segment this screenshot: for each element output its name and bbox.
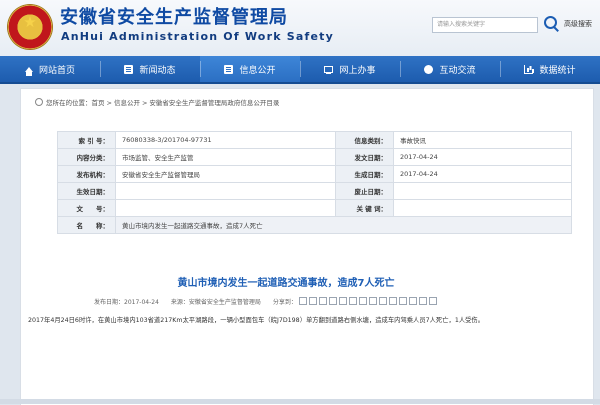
- breadcrumb-prefix: 您所在的位置：: [46, 99, 92, 107]
- meta-source-label: 来源：: [170, 299, 189, 306]
- site-title-english: AnHui Administration Of Work Safety: [61, 30, 334, 43]
- field-label: 信息类别：: [335, 131, 394, 149]
- nav-item-home[interactable]: 网站首页: [0, 56, 100, 82]
- share-icon[interactable]: [388, 297, 397, 305]
- content-panel: 您所在的位置：首页 > 信息公开 > 安徽省安全生产监督管理局政府信息公开目录 索 引 …: [20, 88, 594, 405]
- field-value: 2017-04-24: [393, 165, 572, 183]
- table-row: 发布机构： 安徽省安全生产监督管理局 生成日期： 2017-04-24: [57, 165, 572, 183]
- share-icon[interactable]: [328, 297, 337, 305]
- share-icon[interactable]: [408, 297, 417, 305]
- share-icon[interactable]: [418, 297, 427, 305]
- document-icon: [224, 64, 234, 74]
- nav-item-statistics[interactable]: 数据统计: [500, 56, 600, 82]
- nav-item-interaction[interactable]: 互动交流: [400, 56, 500, 82]
- monitor-icon: [324, 65, 334, 74]
- page-bottom-edge: [0, 399, 600, 404]
- field-value: 黄山市境内发生一起道路交通事故，造成7人死亡: [115, 216, 572, 234]
- document-info-table: 索 引 号： 76080338-3/201704-97731 信息类别： 事故快…: [57, 131, 572, 234]
- meta-share-label: 分享到：: [272, 299, 297, 306]
- field-value: [393, 199, 572, 217]
- meta-date: 2017-04-24: [124, 299, 159, 306]
- share-icon[interactable]: [338, 297, 347, 305]
- field-label: 关 键 词：: [335, 199, 394, 217]
- field-label: 名 称：: [57, 216, 116, 234]
- breadcrumb: 您所在的位置：首页 > 信息公开 > 安徽省安全生产监督管理局政府信息公开目录: [35, 97, 279, 107]
- chat-icon: [424, 64, 434, 74]
- nav-item-label: 新闻动态: [139, 65, 176, 76]
- share-icons[interactable]: [298, 297, 439, 307]
- article-meta: 发布日期：2017-04-24 来源：安徽省安全生产监督管理局 分享到：: [94, 297, 439, 307]
- share-icon[interactable]: [308, 297, 317, 305]
- field-value: 事故快讯: [393, 131, 572, 149]
- chart-icon: [524, 64, 534, 74]
- field-value: 安徽省安全生产监督管理局: [115, 165, 336, 183]
- article-body: 2017年4月24日6时许，在黄山市境内103省道217Km太平湖路段，一辆小型…: [28, 317, 485, 324]
- field-value: 市场监管、安全生产监管: [115, 148, 336, 166]
- field-value: 76080338-3/201704-97731: [115, 131, 336, 149]
- nav-item-label: 信息公开: [239, 65, 276, 76]
- search-icon[interactable]: [542, 14, 560, 34]
- article-title: 黄山市境内发生一起道路交通事故，造成7人死亡: [177, 278, 395, 289]
- share-icon[interactable]: [378, 297, 387, 305]
- field-label: 废止日期：: [335, 182, 394, 200]
- share-icon[interactable]: [318, 297, 327, 305]
- field-label: 发文日期：: [335, 148, 394, 166]
- breadcrumb-item-catalog[interactable]: 安徽省安全生产监督管理局政府信息公开目录: [149, 99, 279, 107]
- share-icon[interactable]: [398, 297, 407, 305]
- document-icon: [124, 64, 134, 74]
- field-value: 2017-04-24: [393, 148, 572, 166]
- search-input[interactable]: 请输入搜索关键字: [432, 17, 538, 33]
- nav-item-news[interactable]: 新闻动态: [100, 56, 200, 82]
- share-icon[interactable]: [298, 297, 307, 305]
- site-header: ★ 安徽省安全生产监督管理局 AnHui Administration Of W…: [0, 0, 600, 56]
- table-row-name: 名 称： 黄山市境内发生一起道路交通事故，造成7人死亡: [57, 216, 572, 234]
- nav-item-label: 数据统计: [539, 65, 576, 76]
- field-label: 索 引 号：: [57, 131, 116, 149]
- meta-date-label: 发布日期：: [94, 299, 125, 306]
- field-label: 文 号：: [57, 199, 116, 217]
- table-row: 内容分类： 市场监管、安全生产监管 发文日期： 2017-04-24: [57, 148, 572, 166]
- share-icon[interactable]: [428, 297, 437, 305]
- share-icon[interactable]: [358, 297, 367, 305]
- main-nav: 网站首页 新闻动态 信息公开 网上办事 互动交流 数据统计: [0, 56, 600, 84]
- field-label: 生成日期：: [335, 165, 394, 183]
- field-label: 内容分类：: [57, 148, 116, 166]
- meta-source: 安徽省安全生产监督管理局: [188, 299, 261, 306]
- advanced-search-link[interactable]: 高级搜索: [564, 19, 592, 29]
- share-icon[interactable]: [348, 297, 357, 305]
- location-pin-icon: [35, 98, 43, 106]
- table-row: 文 号： 关 键 词：: [57, 199, 572, 217]
- field-value: [115, 199, 336, 217]
- nav-item-label: 网站首页: [38, 65, 75, 76]
- national-emblem-logo: ★: [8, 5, 52, 49]
- share-icon[interactable]: [368, 297, 377, 305]
- home-icon: [24, 66, 33, 76]
- field-value: [115, 182, 336, 200]
- site-title: 安徽省安全生产监督管理局: [60, 7, 288, 28]
- table-row: 索 引 号： 76080338-3/201704-97731 信息类别： 事故快…: [57, 131, 572, 149]
- breadcrumb-item-home[interactable]: 首页: [92, 99, 105, 107]
- nav-item-online-services[interactable]: 网上办事: [300, 56, 400, 82]
- nav-item-label: 网上办事: [339, 65, 376, 76]
- breadcrumb-item-info[interactable]: 信息公开: [114, 99, 140, 107]
- nav-item-label: 互动交流: [439, 65, 476, 76]
- field-label: 生效日期：: [57, 182, 116, 200]
- field-label: 发布机构：: [57, 165, 116, 183]
- field-value: [393, 182, 572, 200]
- nav-item-info-disclosure[interactable]: 信息公开: [200, 56, 300, 82]
- table-row: 生效日期： 废止日期：: [57, 182, 572, 200]
